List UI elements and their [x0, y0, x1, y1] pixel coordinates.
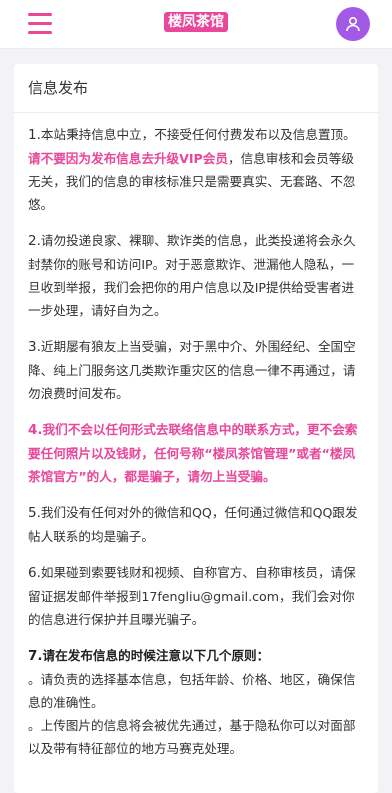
rule-number: 3.: [28, 339, 41, 355]
rule-1-text-a: 本站秉持信息中立，不接受任何付费发布以及信息置顶。: [40, 127, 356, 142]
site-logo[interactable]: 楼凤茶馆: [164, 12, 228, 32]
rule-4-text: 我们不会以任何形式去联络信息中的联系方式，更不会索要任何照片以及钱财，任何号称“…: [28, 422, 358, 484]
rule-number: 5.: [28, 505, 41, 521]
user-glyph: [346, 16, 360, 32]
info-card: 信息发布 1.本站秉持信息中立，不接受任何付费发布以及信息置顶。请不要因为发布信…: [14, 64, 378, 793]
rule-7-title-text: 请在发布信息的时候注意以下几个原则：: [42, 648, 270, 663]
rule-6: 6.如果碰到索要钱财和视频、自称官方、自称审核员，请保留证据发邮件举报到17fe…: [28, 561, 364, 631]
user-icon[interactable]: [336, 7, 370, 41]
rule-3: 3.近期屡有狼友上当受骗，对于黑中介、外围经纪、全国空降、纯上门服务这几类欺诈重…: [28, 335, 364, 405]
rule-7: 7.请在发布信息的时候注意以下几个原则： 。请负责的选择基本信息，包括年龄、价格…: [28, 644, 364, 760]
rule-5: 5.我们没有任何对外的微信和QQ，任何通过微信和QQ跟发帖人联系的均是骗子。: [28, 501, 364, 548]
rule-2: 2.请勿投递良家、裸聊、欺诈类的信息，此类投递将会永久封禁你的账号和访问IP。对…: [28, 229, 364, 322]
rule-number: 6.: [28, 565, 41, 581]
rule-1: 1.本站秉持信息中立，不接受任何付费发布以及信息置顶。请不要因为发布信息去升级V…: [28, 123, 364, 216]
card-title: 信息发布: [14, 64, 378, 113]
rule-7-item: 。上传图片的信息将会被优先通过，基于隐私你可以对面部以及带有特征部位的地方马赛克…: [28, 718, 356, 756]
rule-number: 2.: [28, 233, 41, 249]
rule-number: 4.: [28, 422, 43, 438]
rule-1-highlight: 请不要因为发布信息去升级VIP会员: [28, 151, 228, 166]
rule-3-text: 近期屡有狼友上当受骗，对于黑中介、外围经纪、全国空降、纯上门服务这几类欺诈重灾区…: [28, 339, 356, 401]
rule-2-text: 请勿投递良家、裸聊、欺诈类的信息，此类投递将会永久封禁你的账号和访问IP。对于恶…: [28, 233, 356, 318]
card-body: 1.本站秉持信息中立，不接受任何付费发布以及信息置顶。请不要因为发布信息去升级V…: [14, 113, 378, 760]
rule-number: 1.: [28, 127, 41, 143]
rule-6-text: 如果碰到索要钱财和视频、自称官方、自称审核员，请保留证据发邮件举报到17feng…: [28, 565, 356, 627]
rule-5-text: 我们没有任何对外的微信和QQ，任何通过微信和QQ跟发帖人联系的均是骗子。: [28, 505, 358, 544]
rule-4: 4.我们不会以任何形式去联络信息中的联系方式，更不会索要任何照片以及钱财，任何号…: [28, 418, 364, 488]
top-bar: 楼凤茶馆: [0, 0, 392, 49]
rule-7-title: 7.请在发布信息的时候注意以下几个原则：: [28, 644, 364, 668]
hamburger-menu-icon[interactable]: [28, 13, 52, 35]
rule-7-item: 。请负责的选择基本信息，包括年龄、价格、地区，确保信息的准确性。: [28, 672, 356, 710]
rule-number: 7.: [28, 648, 43, 664]
